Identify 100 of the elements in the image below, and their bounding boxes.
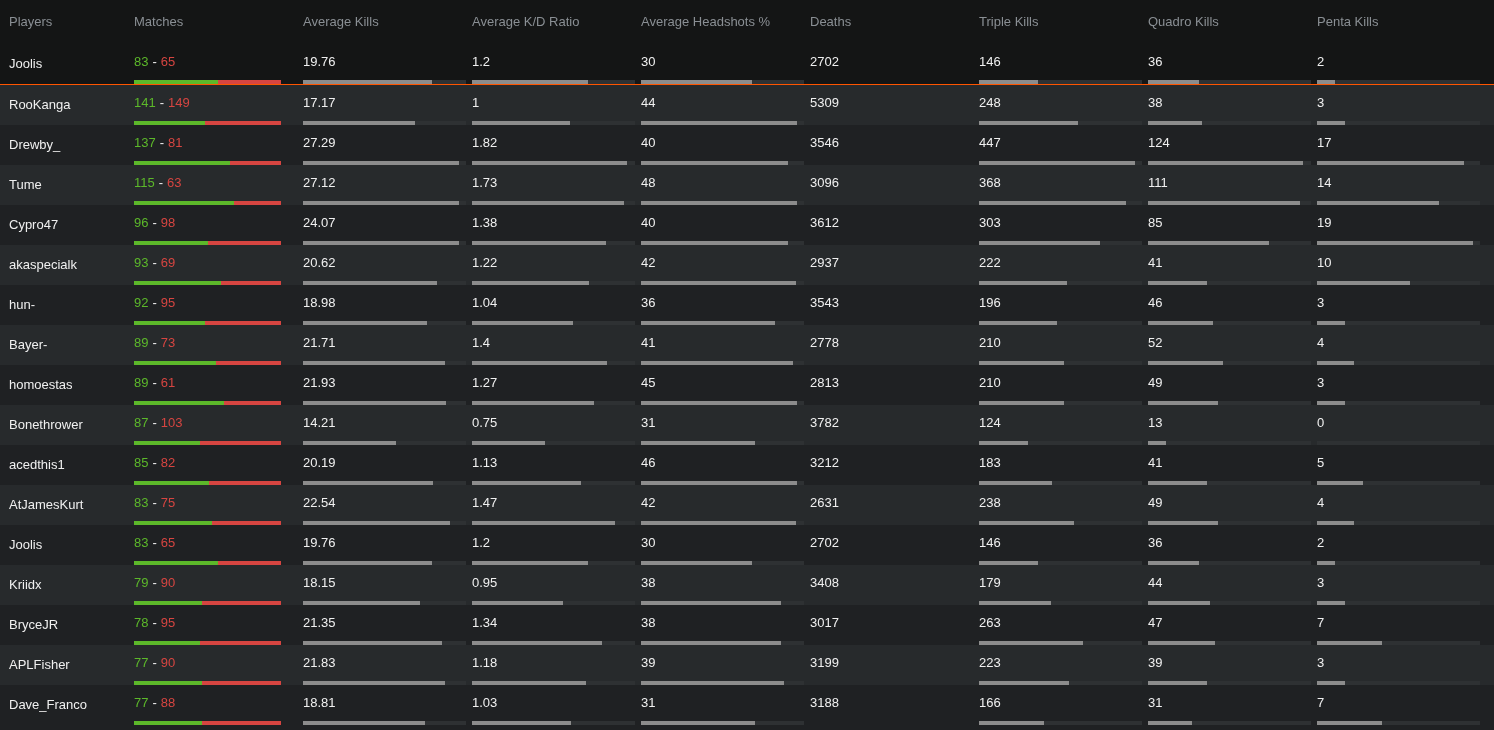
stat-value: 4 [1317, 494, 1325, 513]
stat-value: 22.54 [303, 494, 336, 513]
stat-value: 20.62 [303, 254, 336, 273]
stat-value: 21.83 [303, 654, 336, 673]
losses-count: 95 [160, 294, 176, 313]
stat-value: 1.34 [472, 614, 498, 633]
column-header: Triple Kills [979, 13, 1039, 32]
stat-value: 36 [641, 294, 656, 313]
stat-value: 44 [1148, 574, 1163, 593]
losses-count: 90 [160, 654, 176, 673]
stat-value: 21.93 [303, 374, 336, 393]
player-name: Drewby_ [9, 136, 61, 155]
losses-count: 75 [160, 494, 176, 513]
stat-value: 24.07 [303, 214, 336, 233]
stat-value: 183 [979, 454, 1001, 473]
stat-value: 19 [1317, 214, 1332, 233]
stat-value: 41 [641, 334, 656, 353]
stat-value: 3 [1317, 374, 1325, 393]
stat-value: 196 [979, 294, 1001, 313]
stat-value: 18.81 [303, 694, 336, 713]
stat-value: 48 [641, 174, 656, 193]
stat-value: 10 [1317, 254, 1332, 273]
losses-count: 69 [160, 254, 176, 273]
stat-value: 38 [641, 614, 656, 633]
stat-value: 368 [979, 174, 1001, 193]
wins-count: 83 [134, 53, 149, 72]
stat-value: 3408 [810, 574, 839, 593]
stat-value: 124 [979, 414, 1001, 433]
stat-value: 2631 [810, 494, 839, 513]
stat-value: 36 [1148, 534, 1163, 553]
stat-value: 1.47 [472, 494, 498, 513]
stat-value: 0.95 [472, 574, 498, 593]
player-name: Joolis [9, 55, 43, 74]
wins-count: 83 [134, 494, 149, 513]
stat-value: 3 [1317, 94, 1325, 113]
losses-count: 81 [168, 134, 183, 153]
separator: - [158, 134, 166, 153]
separator: - [151, 414, 158, 433]
stat-value: 2813 [810, 374, 839, 393]
stat-value: 27.29 [303, 134, 336, 153]
stat-value: 3212 [810, 454, 839, 473]
stat-value: 44 [641, 94, 656, 113]
stat-value: 2937 [810, 254, 839, 273]
separator: - [151, 654, 158, 673]
separator: - [151, 534, 158, 553]
stat-value: 1.27 [472, 374, 498, 393]
player-name: hun- [9, 296, 36, 315]
stat-value: 447 [979, 134, 1001, 153]
player-name: Dave_Franco [9, 696, 88, 715]
column-header: Average K/D Ratio [472, 13, 580, 32]
stat-value: 7 [1317, 614, 1325, 633]
stat-value: 38 [1148, 94, 1163, 113]
wins-count: 141 [134, 94, 156, 113]
stat-value: 52 [1148, 334, 1163, 353]
stat-value: 3017 [810, 614, 839, 633]
separator: - [151, 614, 158, 633]
stat-value: 0 [1317, 414, 1325, 433]
losses-count: 98 [160, 214, 176, 233]
player-name: BryceJR [9, 616, 59, 635]
stat-value: 45 [641, 374, 656, 393]
stat-value: 124 [1148, 134, 1170, 153]
stat-value: 1.2 [472, 53, 491, 72]
stat-value: 14 [1317, 174, 1332, 193]
stat-value: 21.71 [303, 334, 336, 353]
column-header: Average Kills [303, 13, 379, 32]
stat-value: 1.4 [472, 334, 491, 353]
player-name: acedthis1 [9, 456, 65, 475]
stat-value: 3612 [810, 214, 839, 233]
losses-count: 63 [167, 174, 182, 193]
column-header: Quadro Kills [1148, 13, 1219, 32]
stat-value: 1.2 [472, 534, 491, 553]
stat-value: 146 [979, 534, 1001, 553]
stat-value: 47 [1148, 614, 1163, 633]
stat-value: 49 [1148, 494, 1163, 513]
wins-count: 93 [134, 254, 149, 273]
wins-count: 77 [134, 694, 149, 713]
stat-value: 42 [641, 254, 656, 273]
stat-value: 3782 [810, 414, 839, 433]
stat-value: 38 [641, 574, 656, 593]
stat-value: 3188 [810, 694, 839, 713]
losses-count: 149 [168, 94, 190, 113]
column-header: Matches [134, 13, 184, 32]
separator: - [151, 254, 158, 273]
stat-value: 20.19 [303, 454, 336, 473]
player-name: Cypro47 [9, 216, 59, 235]
stat-value: 5 [1317, 454, 1325, 473]
column-header: Penta Kills [1317, 13, 1379, 32]
stat-value: 210 [979, 374, 1001, 393]
stat-value: 2778 [810, 334, 839, 353]
player-name: Joolis [9, 536, 43, 555]
losses-count: 103 [160, 414, 183, 433]
stat-value: 18.98 [303, 294, 336, 313]
wins-count: 89 [134, 374, 149, 393]
stat-value: 1.03 [472, 694, 498, 713]
player-name: APLFisher [9, 656, 70, 675]
separator: - [151, 334, 158, 353]
stat-value: 2702 [810, 534, 839, 553]
stat-value: 146 [979, 53, 1001, 72]
player-name: RooKanga [9, 96, 71, 115]
stat-value: 40 [641, 134, 656, 153]
